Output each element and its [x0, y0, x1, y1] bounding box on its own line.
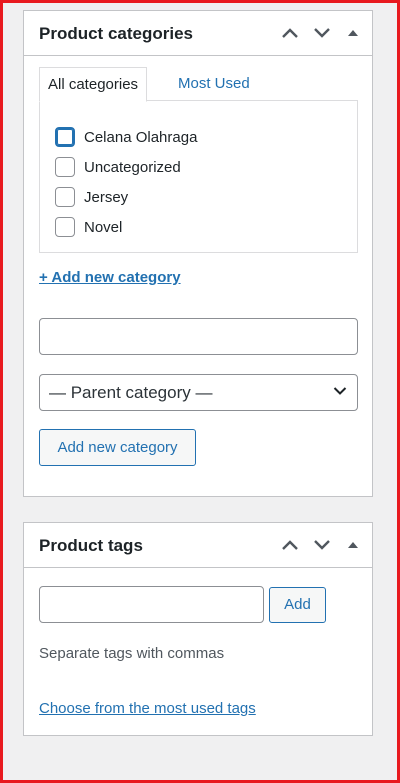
category-label: Celana Olahraga: [84, 128, 198, 146]
toggle-panel-button[interactable]: [342, 22, 364, 44]
product-tags-header: Product tags: [24, 523, 372, 568]
add-tag-button[interactable]: Add: [269, 587, 326, 623]
tags-hint: Separate tags with commas: [39, 645, 225, 662]
choose-most-used-tags-link[interactable]: Choose from the most used tags: [39, 700, 256, 717]
move-up-button[interactable]: [279, 534, 301, 556]
toggle-panel-button[interactable]: [342, 534, 364, 556]
category-checklist: Celana Olahraga Uncategorized Jersey Nov…: [55, 122, 197, 242]
category-checklist-panel: Celana Olahraga Uncategorized Jersey Nov…: [39, 100, 358, 253]
new-category-input[interactable]: [39, 318, 358, 355]
category-label: Jersey: [84, 188, 129, 206]
category-label: Novel: [84, 218, 123, 236]
list-item: Novel: [55, 212, 197, 242]
move-down-button[interactable]: [311, 22, 333, 44]
category-checkbox-jersey[interactable]: [55, 187, 75, 207]
list-item: Uncategorized: [55, 152, 197, 182]
add-new-category-link[interactable]: + Add new category: [39, 269, 181, 286]
product-categories-box: Product categories All categories Most U…: [23, 10, 373, 497]
tab-most-used[interactable]: Most Used: [170, 67, 258, 102]
tab-all-categories[interactable]: All categories: [39, 67, 148, 102]
caret-up-icon: [348, 542, 358, 548]
product-categories-header: Product categories: [24, 11, 372, 56]
category-checkbox-novel[interactable]: [55, 217, 75, 237]
add-new-category-button[interactable]: Add new category: [39, 429, 196, 466]
list-item: Jersey: [55, 182, 197, 212]
category-checkbox-uncategorized[interactable]: [55, 157, 75, 177]
chevron-down-icon: [314, 540, 330, 550]
move-down-button[interactable]: [311, 534, 333, 556]
parent-category-select[interactable]: — Parent category —: [39, 374, 358, 411]
product-tags-box: Product tags Add Separate tags with comm…: [23, 522, 373, 736]
caret-up-icon: [348, 30, 358, 36]
category-label: Uncategorized: [84, 158, 181, 176]
parent-category-selected: — Parent category —: [49, 383, 213, 402]
chevron-down-icon: [333, 387, 347, 395]
product-tags-title: Product tags: [39, 536, 143, 555]
chevron-down-icon: [314, 28, 330, 38]
move-up-button[interactable]: [279, 22, 301, 44]
list-item: Celana Olahraga: [55, 122, 197, 152]
product-categories-title: Product categories: [39, 24, 193, 43]
chevron-up-icon: [282, 540, 298, 550]
category-checkbox-celana-olahraga[interactable]: [55, 127, 75, 147]
new-tag-input[interactable]: [39, 586, 264, 623]
chevron-up-icon: [282, 28, 298, 38]
